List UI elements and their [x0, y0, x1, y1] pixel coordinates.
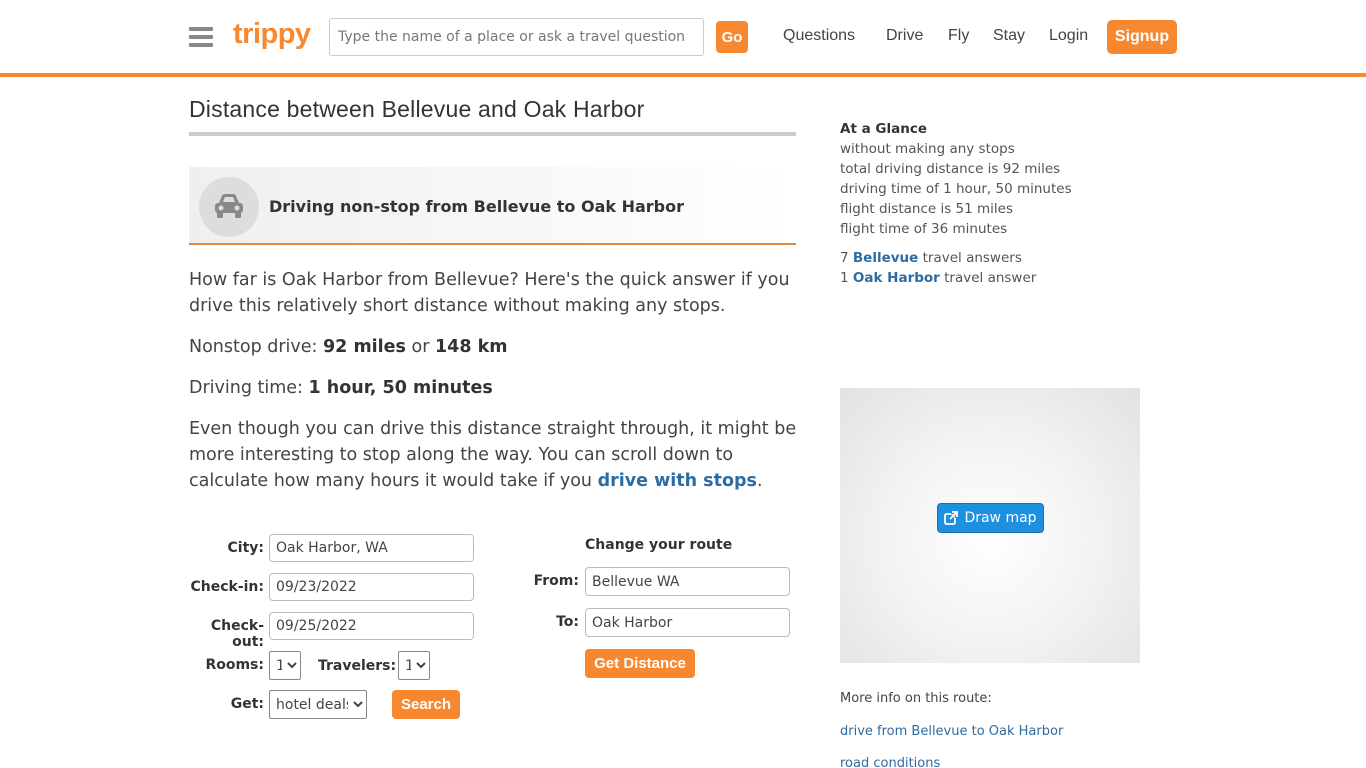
distance-miles: 92 miles	[323, 337, 406, 357]
drive-route-link[interactable]: drive from Bellevue to Oak Harbor	[840, 724, 1063, 739]
checkin-label: Check-in:	[190, 579, 264, 595]
glance-line: flight distance is 51 miles	[840, 201, 1013, 217]
menu-icon[interactable]	[189, 27, 213, 47]
search-input[interactable]	[329, 18, 704, 56]
title-divider	[189, 132, 796, 136]
answers-suffix: travel answer	[939, 270, 1037, 286]
checkin-input[interactable]	[269, 573, 474, 601]
page-title: Distance between Bellevue and Oak Harbor	[189, 96, 645, 122]
answers-item: 1 Oak Harbor travel answer	[840, 268, 1036, 288]
answers-count: 1	[840, 270, 853, 286]
travelers-select[interactable]: 1	[398, 651, 430, 680]
drive-heading: Driving non-stop from Bellevue to Oak Ha…	[269, 197, 685, 216]
nav-login[interactable]: Login	[1049, 27, 1088, 45]
travel-answers: 7 Bellevue travel answers 1 Oak Harbor t…	[840, 248, 1036, 288]
travelers-label: Travelers:	[318, 658, 397, 674]
nav-drive[interactable]: Drive	[886, 27, 923, 45]
header-divider	[0, 73, 1366, 77]
distance-km: 148 km	[435, 337, 508, 357]
driving-time-value: 1 hour, 50 minutes	[308, 378, 493, 398]
glance-line: without making any stops	[840, 141, 1015, 157]
from-input[interactable]	[585, 567, 790, 596]
checkout-label: Check-out:	[210, 618, 264, 650]
glance-line: total driving distance is 92 miles	[840, 161, 1061, 177]
bellevue-answers-link[interactable]: Bellevue	[853, 250, 918, 266]
or-text: or	[405, 337, 435, 357]
intro-text: How far is Oak Harbor from Bellevue? Her…	[189, 270, 790, 316]
road-conditions-link[interactable]: road conditions	[840, 756, 940, 768]
rooms-select[interactable]: 1	[269, 651, 301, 680]
draw-map-label: Draw map	[964, 510, 1037, 526]
site-header: trippy Go Questions Drive Fly Stay Login…	[0, 0, 1366, 74]
glance-line: flight time of 36 minutes	[840, 221, 1008, 237]
outro-text: Even though you can drive this distance …	[189, 416, 799, 494]
to-input[interactable]	[585, 608, 790, 637]
glance-title: At a Glance	[840, 121, 927, 137]
car-icon	[199, 177, 259, 237]
get-select[interactable]: hotel deals	[269, 690, 367, 719]
answers-item: 7 Bellevue travel answers	[840, 248, 1036, 268]
drive-with-stops-link[interactable]: drive with stops	[598, 471, 757, 491]
outro-end: .	[756, 471, 763, 491]
nonstop-label: Nonstop drive:	[189, 337, 323, 357]
at-a-glance: At a Glance without making any stops tot…	[840, 119, 1072, 239]
go-button[interactable]: Go	[716, 21, 748, 53]
from-label: From:	[533, 573, 579, 589]
map-placeholder: Draw map	[840, 388, 1140, 663]
external-link-icon	[944, 511, 959, 525]
glance-line: driving time of 1 hour, 50 minutes	[840, 181, 1072, 197]
city-input[interactable]	[269, 534, 474, 562]
driving-time: Driving time: 1 hour, 50 minutes	[189, 375, 799, 401]
city-label: City:	[227, 540, 265, 556]
draw-map-button[interactable]: Draw map	[937, 503, 1044, 533]
nav-questions[interactable]: Questions	[783, 27, 855, 45]
driving-time-label: Driving time:	[189, 378, 309, 398]
answers-suffix: travel answers	[918, 250, 1022, 266]
answers-count: 7	[840, 250, 853, 266]
oak-harbor-answers-link[interactable]: Oak Harbor	[853, 270, 940, 286]
logo[interactable]: trippy	[233, 18, 311, 51]
get-label: Get:	[230, 696, 264, 712]
drive-summary-box: Driving non-stop from Bellevue to Oak Ha…	[189, 167, 796, 245]
rooms-label: Rooms:	[205, 657, 264, 673]
to-label: To:	[556, 614, 579, 630]
hotel-search-button[interactable]: Search	[392, 690, 460, 719]
nav-fly[interactable]: Fly	[948, 27, 969, 45]
nav-stay[interactable]: Stay	[993, 27, 1025, 45]
nonstop-distance: Nonstop drive: 92 miles or 148 km	[189, 334, 799, 360]
get-distance-button[interactable]: Get Distance	[585, 649, 695, 678]
signup-button[interactable]: Signup	[1107, 20, 1177, 54]
route-heading: Change your route	[585, 537, 733, 553]
more-info-label: More info on this route:	[840, 691, 992, 706]
checkout-input[interactable]	[269, 612, 474, 640]
